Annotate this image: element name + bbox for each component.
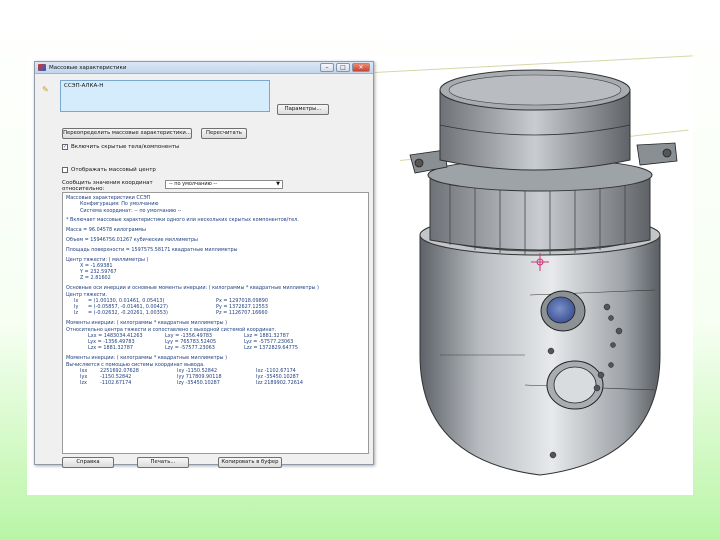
results-center-z: Z = 2.81602 — [80, 275, 111, 282]
results-area: Площадь поверхности = 1597575.58171 квад… — [66, 246, 238, 253]
selected-item[interactable]: ССЭП-АЛКА-Н — [64, 83, 103, 89]
print-button[interactable]: Печать... — [137, 457, 189, 468]
dialog-titlebar[interactable]: Массовые характеристики – □ ✕ — [35, 62, 373, 74]
cad-model-viewport[interactable] — [375, 55, 693, 495]
show-center-checkbox[interactable] — [62, 167, 68, 173]
include-hidden-checkbox[interactable]: ✓ — [62, 144, 68, 150]
include-hidden-label: Включить скрытые тела/компоненты — [71, 144, 180, 150]
results-mass: Масса = 96.04578 килограммы — [66, 227, 146, 234]
include-hidden-row[interactable]: ✓ Включить скрытые тела/компоненты — [62, 144, 179, 150]
app-icon — [38, 64, 46, 71]
close-button[interactable]: ✕ — [352, 63, 370, 72]
dialog-title: Массовые характеристики — [49, 64, 127, 71]
results-textbox[interactable]: Массовые характеристики ССЭП Конфигураци… — [62, 192, 369, 454]
sensor-lens — [540, 290, 586, 332]
minimize-button[interactable]: – — [320, 63, 334, 72]
results-moments-cg-row: Lzx = 1881.32787 Lzy = -57577.23063 Lzz = … — [88, 345, 298, 352]
optical-window — [546, 360, 604, 410]
copy-to-clipboard-button[interactable]: Копировать в буфер — [218, 457, 282, 468]
help-button[interactable]: Справка — [62, 457, 114, 468]
results-axes-row: Iz = (-0.02632, -0.20261, 1.00353) Pz = 11… — [74, 310, 268, 317]
recalculate-button[interactable]: Пересчитать — [201, 128, 247, 139]
chevron-down-icon: ▼ — [276, 181, 280, 187]
show-center-label: Отображать массовый центр — [71, 167, 156, 173]
options-button[interactable]: Параметры... — [277, 104, 329, 115]
results-hidden-note: * Включает массовые характеристики одног… — [66, 217, 299, 224]
output-coord-value: -- по умолчанию -- — [169, 181, 218, 187]
mass-properties-dialog: Массовые характеристики – □ ✕ ✎ ССЭП-АЛК… — [34, 61, 374, 468]
maximize-button[interactable]: □ — [336, 63, 350, 72]
selected-items-list[interactable]: ССЭП-АЛКА-Н — [60, 80, 270, 112]
turret-mid-section — [427, 158, 653, 255]
pencil-icon: ✎ — [42, 85, 49, 94]
report-coords-label: Сообщить значения координат относительно… — [62, 180, 153, 192]
output-coord-select[interactable]: -- по умолчанию -- ▼ — [165, 180, 283, 189]
turret-top-cap — [439, 69, 631, 171]
results-moments-out-row: Izx -1102.67174 Izy -35450.10287 Izz 218… — [80, 380, 304, 387]
show-center-row[interactable]: Отображать массовый центр — [62, 167, 156, 173]
dialog-body: ✎ ССЭП-АЛКА-Н Параметры... Переопределит… — [35, 74, 373, 468]
results-volume: Объем = 15946756.01267 кубические миллим… — [66, 236, 198, 243]
results-coord-system: Система координат: -- по умолчанию -- — [80, 207, 182, 214]
override-mass-button[interactable]: Переопределить массовые характеристики..… — [62, 128, 192, 139]
